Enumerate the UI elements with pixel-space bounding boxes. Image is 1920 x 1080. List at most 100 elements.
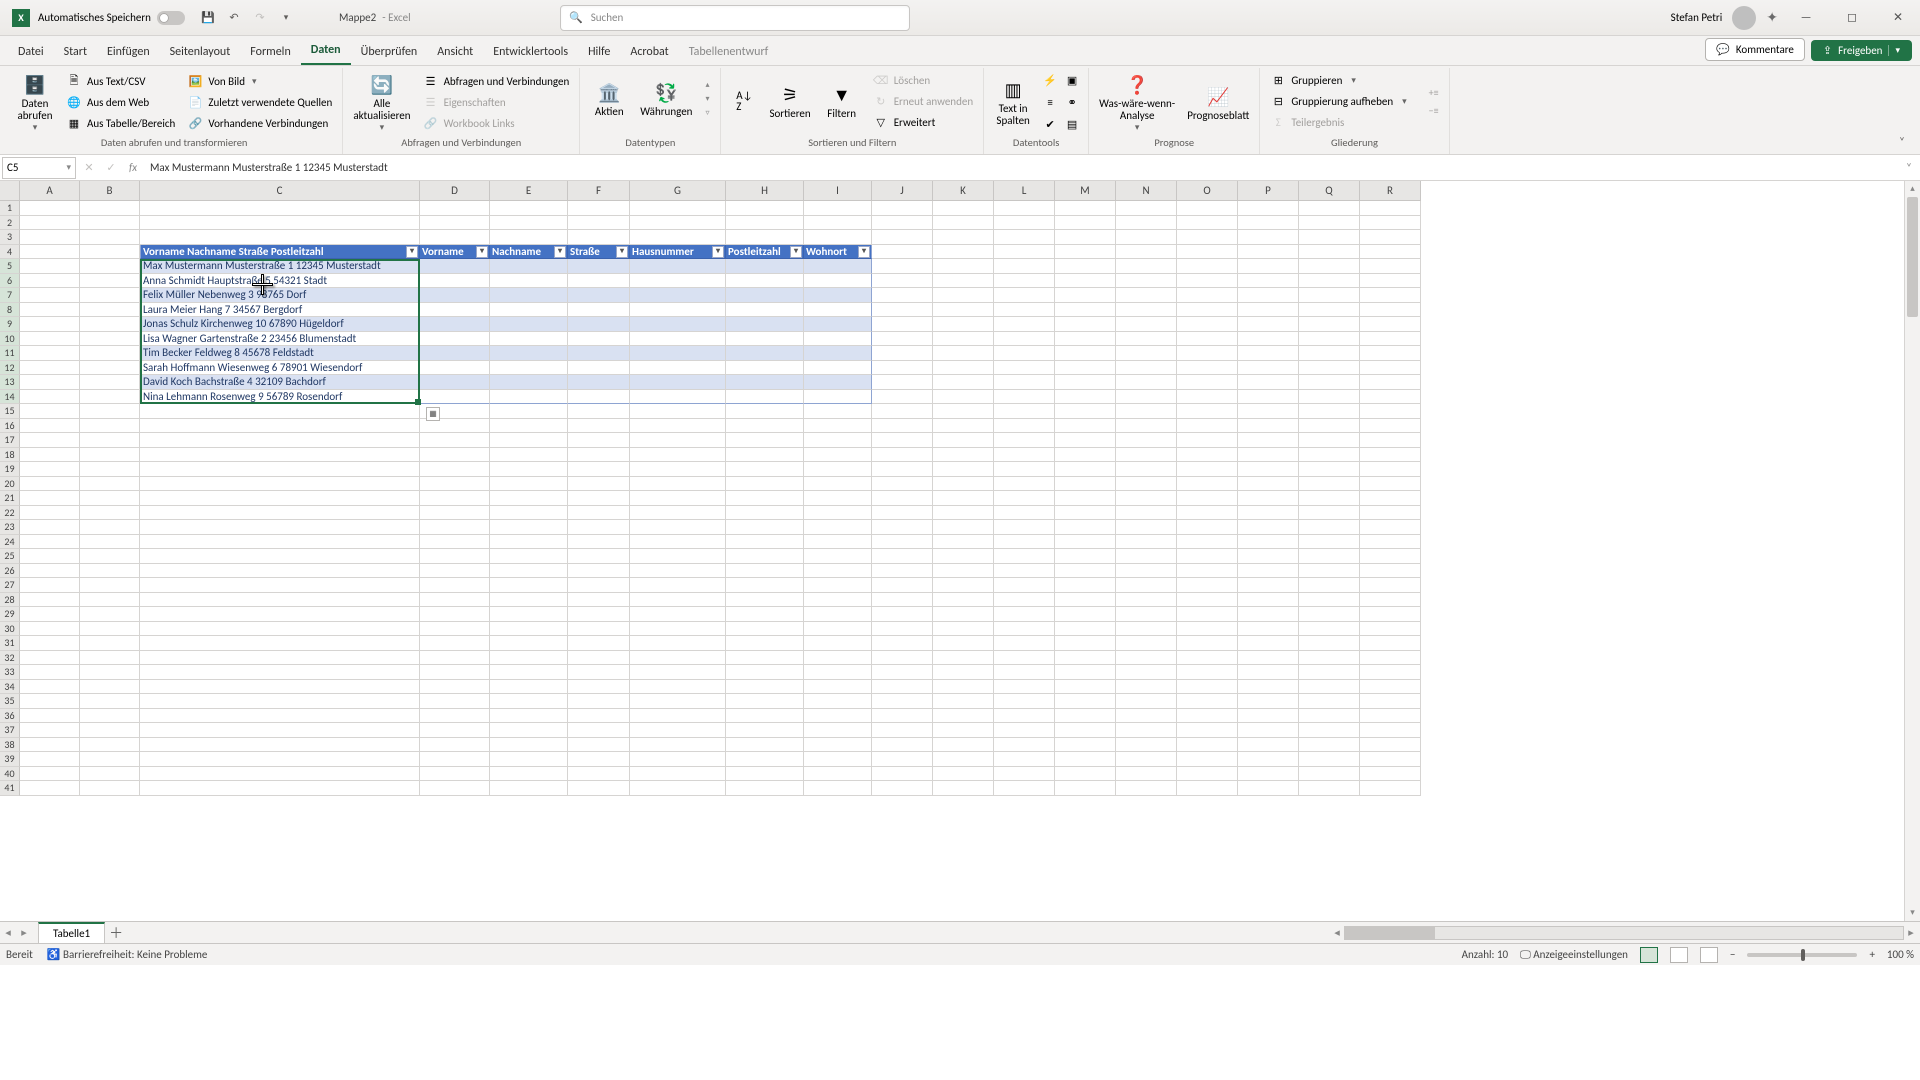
- cell[interactable]: [1177, 636, 1238, 651]
- cell[interactable]: [994, 738, 1055, 753]
- row-header[interactable]: 10: [0, 332, 20, 347]
- cell[interactable]: [933, 346, 994, 361]
- cell[interactable]: [726, 491, 804, 506]
- cell[interactable]: [1360, 520, 1421, 535]
- cell[interactable]: [1055, 752, 1116, 767]
- cell[interactable]: [933, 781, 994, 796]
- cell[interactable]: [568, 578, 630, 593]
- cell[interactable]: [994, 274, 1055, 289]
- cell[interactable]: [140, 448, 420, 463]
- cell[interactable]: [1055, 506, 1116, 521]
- cell[interactable]: [80, 433, 140, 448]
- row-header[interactable]: 6: [0, 274, 20, 289]
- cell[interactable]: [933, 317, 994, 332]
- cell[interactable]: [568, 709, 630, 724]
- cell[interactable]: [804, 752, 872, 767]
- cell[interactable]: [490, 506, 568, 521]
- cell[interactable]: [994, 694, 1055, 709]
- cell[interactable]: [568, 419, 630, 434]
- cell[interactable]: [1055, 332, 1116, 347]
- cell[interactable]: Nina Lehmann Rosenweg 9 56789 Rosendorf: [140, 390, 420, 405]
- cell[interactable]: [490, 230, 568, 245]
- cell[interactable]: [490, 317, 568, 332]
- cell[interactable]: [568, 636, 630, 651]
- cell[interactable]: [140, 723, 420, 738]
- cell[interactable]: [872, 767, 933, 782]
- row-header[interactable]: 33: [0, 665, 20, 680]
- cell[interactable]: [1055, 448, 1116, 463]
- cell[interactable]: [1360, 491, 1421, 506]
- search-box[interactable]: 🔍 Suchen: [560, 5, 910, 31]
- cell[interactable]: [1055, 680, 1116, 695]
- cell[interactable]: [1116, 767, 1177, 782]
- tab-start[interactable]: Start: [54, 39, 97, 65]
- cell[interactable]: [568, 665, 630, 680]
- cell[interactable]: [1116, 622, 1177, 637]
- cell[interactable]: [420, 216, 490, 231]
- cell[interactable]: [872, 651, 933, 666]
- cell[interactable]: [1116, 607, 1177, 622]
- cell[interactable]: [490, 767, 568, 782]
- row-header[interactable]: 4: [0, 245, 20, 260]
- cell[interactable]: [933, 201, 994, 216]
- row-header[interactable]: 12: [0, 361, 20, 376]
- cell[interactable]: [1299, 680, 1360, 695]
- cell[interactable]: [872, 332, 933, 347]
- row-header[interactable]: 16: [0, 419, 20, 434]
- cell[interactable]: [420, 723, 490, 738]
- cell[interactable]: [1360, 419, 1421, 434]
- cell[interactable]: [140, 607, 420, 622]
- cell[interactable]: [1238, 361, 1299, 376]
- cell[interactable]: [1299, 593, 1360, 608]
- cell[interactable]: [804, 491, 872, 506]
- cell[interactable]: [1360, 245, 1421, 260]
- cell[interactable]: [1055, 593, 1116, 608]
- cell[interactable]: [490, 636, 568, 651]
- cell[interactable]: [1299, 201, 1360, 216]
- cell[interactable]: [1238, 259, 1299, 274]
- cell[interactable]: [20, 448, 80, 463]
- cell[interactable]: [20, 738, 80, 753]
- cell[interactable]: [1116, 549, 1177, 564]
- cell[interactable]: [872, 636, 933, 651]
- cell[interactable]: [1177, 375, 1238, 390]
- cell[interactable]: [490, 491, 568, 506]
- cell[interactable]: [140, 520, 420, 535]
- chevron-down-icon[interactable]: ▾: [1888, 45, 1900, 56]
- cell[interactable]: [726, 433, 804, 448]
- cell[interactable]: [933, 738, 994, 753]
- cell[interactable]: [1238, 245, 1299, 260]
- cell[interactable]: [630, 723, 726, 738]
- cell[interactable]: [1299, 607, 1360, 622]
- cell[interactable]: [726, 230, 804, 245]
- cell[interactable]: [994, 230, 1055, 245]
- cell[interactable]: [872, 390, 933, 405]
- cell[interactable]: [630, 680, 726, 695]
- cell[interactable]: [630, 404, 726, 419]
- cell[interactable]: [1299, 520, 1360, 535]
- save-icon[interactable]: 💾: [196, 6, 220, 30]
- cell[interactable]: [1177, 593, 1238, 608]
- datatype-scroll-up[interactable]: ▴: [700, 78, 714, 92]
- cell[interactable]: [568, 694, 630, 709]
- column-header-R[interactable]: R: [1360, 181, 1421, 201]
- cell[interactable]: [140, 404, 420, 419]
- cell[interactable]: [1238, 390, 1299, 405]
- cell[interactable]: [20, 216, 80, 231]
- cell[interactable]: [1360, 303, 1421, 318]
- cell[interactable]: [726, 361, 804, 376]
- tab-formeln[interactable]: Formeln: [240, 39, 300, 65]
- cell[interactable]: [420, 535, 490, 550]
- cell[interactable]: [140, 680, 420, 695]
- cell[interactable]: [1177, 288, 1238, 303]
- row-header[interactable]: 14: [0, 390, 20, 405]
- cell[interactable]: [420, 651, 490, 666]
- cell[interactable]: [1238, 404, 1299, 419]
- cell[interactable]: [20, 433, 80, 448]
- cell[interactable]: [1055, 477, 1116, 492]
- cell[interactable]: [20, 477, 80, 492]
- tab-hilfe[interactable]: Hilfe: [578, 39, 620, 65]
- cell[interactable]: [1299, 535, 1360, 550]
- cell[interactable]: [630, 375, 726, 390]
- cell[interactable]: [140, 419, 420, 434]
